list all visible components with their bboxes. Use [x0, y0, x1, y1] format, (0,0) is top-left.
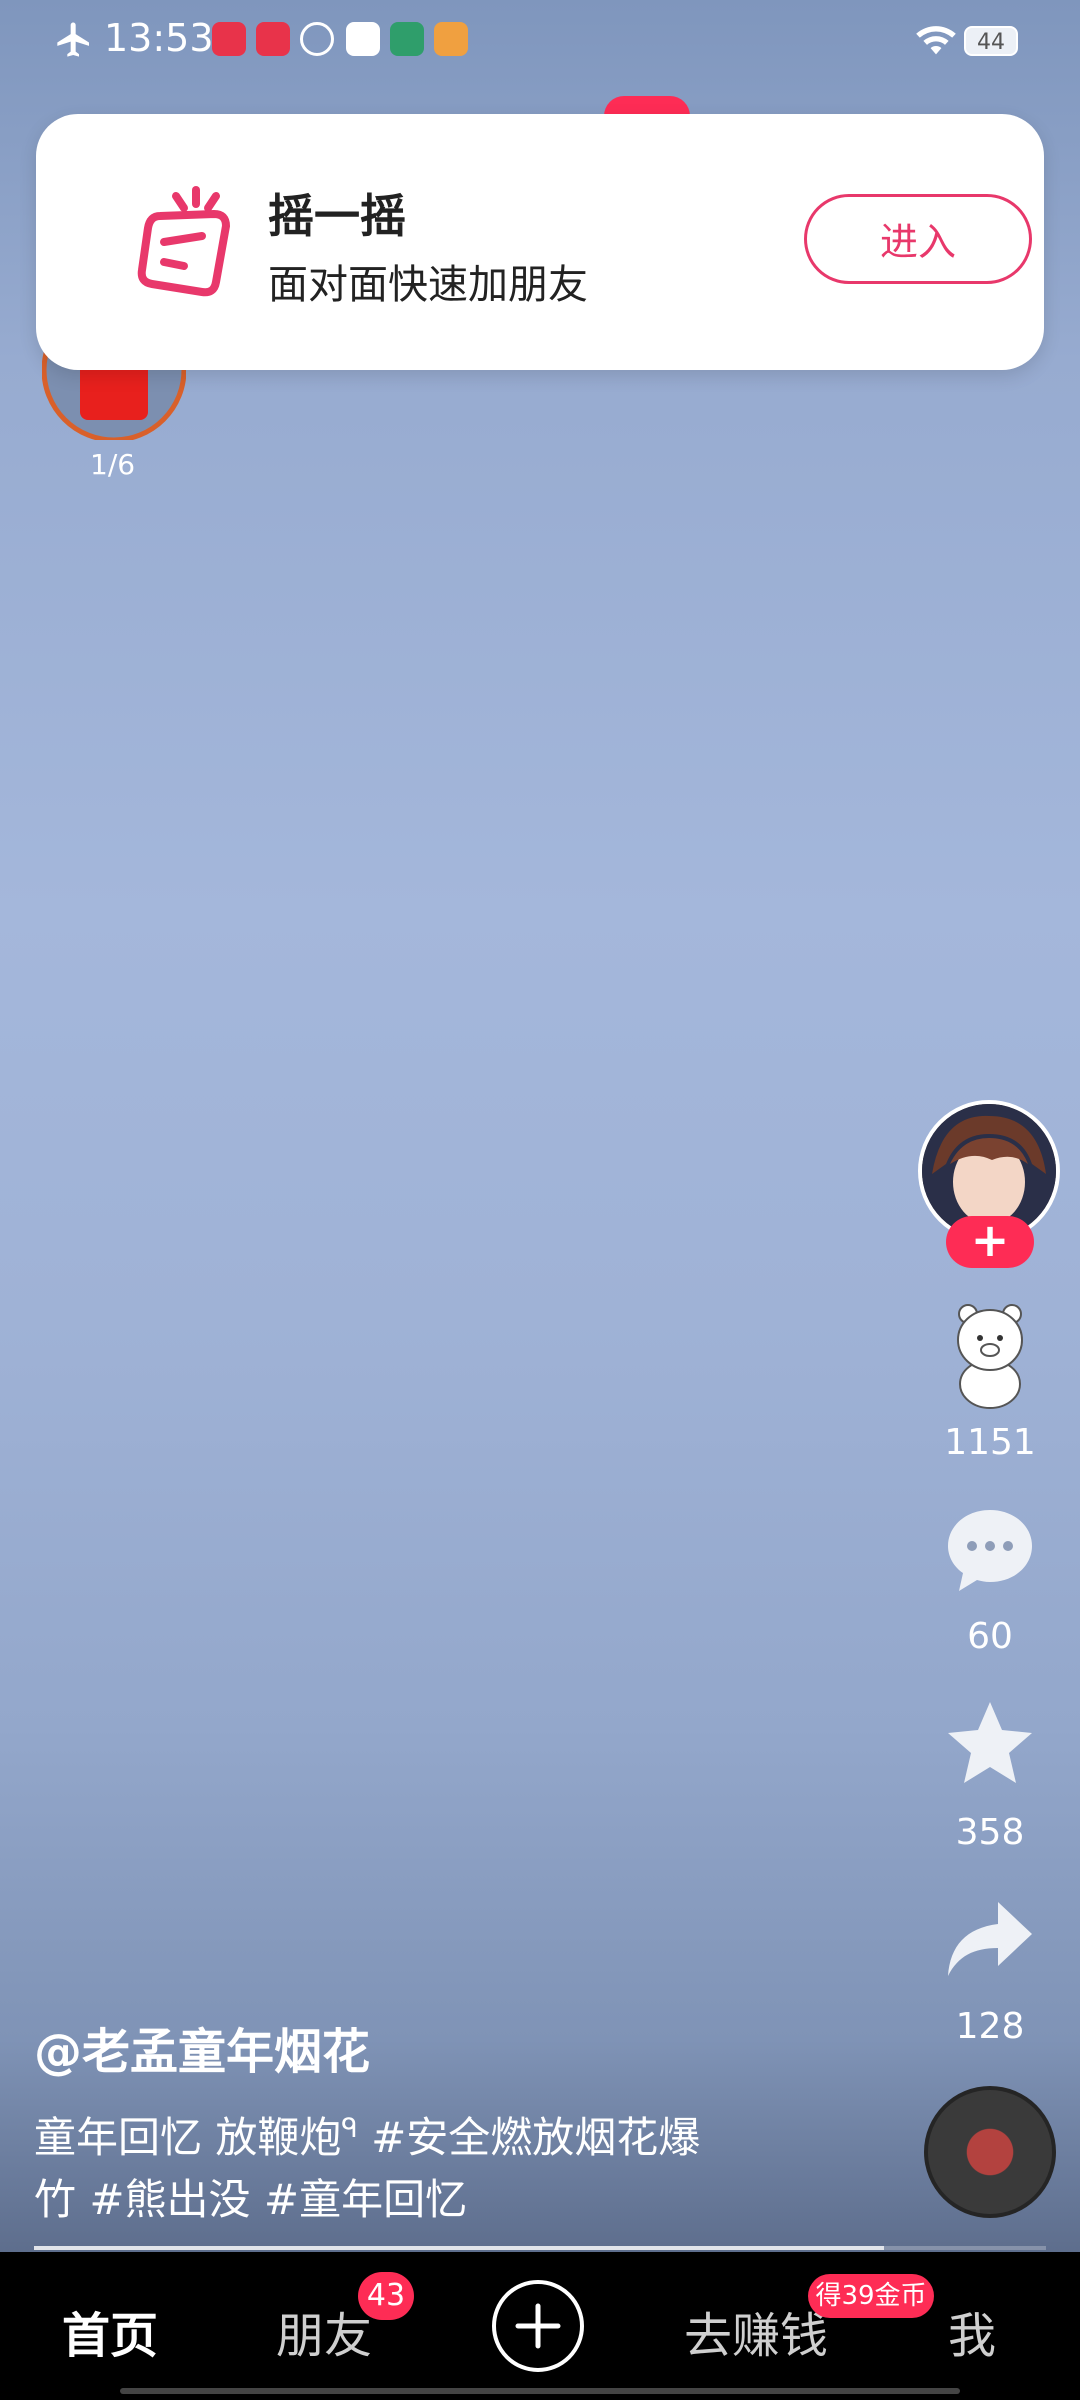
comment-icon[interactable] [944, 1506, 1036, 1598]
tab-friends[interactable]: 朋友 [276, 2296, 372, 2366]
app-icon-5 [390, 22, 424, 56]
description-text: 童年回忆 放鞭炮 [34, 2113, 342, 2162]
app-icon-3 [300, 22, 334, 56]
status-bar: 13:53 44 [0, 0, 1080, 84]
airplane-mode-icon [57, 22, 89, 57]
tab-home[interactable]: 首页 [62, 2296, 158, 2366]
notification-subtitle: 面对面快速加朋友 [268, 262, 588, 308]
status-time: 13:53 [104, 16, 214, 60]
comment-count: 60 [967, 1616, 1013, 1657]
favorite-count: 358 [955, 1812, 1025, 1853]
app-icon-4 [346, 22, 380, 56]
progress-fill [34, 2246, 885, 2250]
create-button[interactable] [492, 2280, 584, 2372]
video-progress-bar[interactable] [34, 2246, 1046, 2250]
notification-title: 摇一摇 [268, 189, 406, 243]
video-description[interactable]: 童年回忆 放鞭炮ᑫ #安全燃放烟花爆 竹 #熊出没 #童年回忆 [34, 2098, 794, 2231]
star-icon[interactable] [944, 1698, 1036, 1790]
wifi-icon [916, 26, 956, 55]
plus-icon [515, 2303, 561, 2349]
shake-notification-card[interactable]: 摇一摇 面对面快速加朋友 进入 [36, 114, 1044, 370]
enter-button[interactable]: 进入 [804, 194, 1032, 284]
hashtag[interactable]: #安全燃放烟花爆 [371, 2113, 700, 2162]
app-icon-2 [256, 22, 290, 56]
system-nav-handle[interactable] [120, 2388, 960, 2394]
share-count: 128 [955, 2006, 1025, 2047]
music-disc-icon[interactable] [924, 2086, 1056, 2218]
author-name[interactable]: @老孟童年烟花 [34, 2012, 370, 2082]
bottom-nav: 首页 朋友 43 去赚钱 得39金币 我 [0, 2252, 1080, 2400]
follow-button[interactable]: + [946, 1216, 1034, 1268]
tab-me[interactable]: 我 [948, 2296, 996, 2366]
app-icon-1 [212, 22, 246, 56]
bear-like-icon[interactable] [944, 1300, 1036, 1412]
earn-coins-badge: 得39金币 [808, 2274, 934, 2318]
battery-icon: 44 [964, 26, 1018, 56]
friends-badge: 43 [358, 2272, 414, 2320]
search-icon[interactable]: ᑫ [341, 2114, 357, 2144]
description-line-2[interactable]: 竹 #熊出没 #童年回忆 [34, 2175, 467, 2224]
app-icon-6 [434, 22, 468, 56]
like-count: 1151 [944, 1422, 1036, 1463]
red-packet-count: 1/6 [90, 448, 136, 481]
shake-phone-icon [137, 186, 230, 297]
share-icon[interactable] [944, 1894, 1036, 1986]
tab-earn[interactable]: 去赚钱 [684, 2296, 828, 2366]
